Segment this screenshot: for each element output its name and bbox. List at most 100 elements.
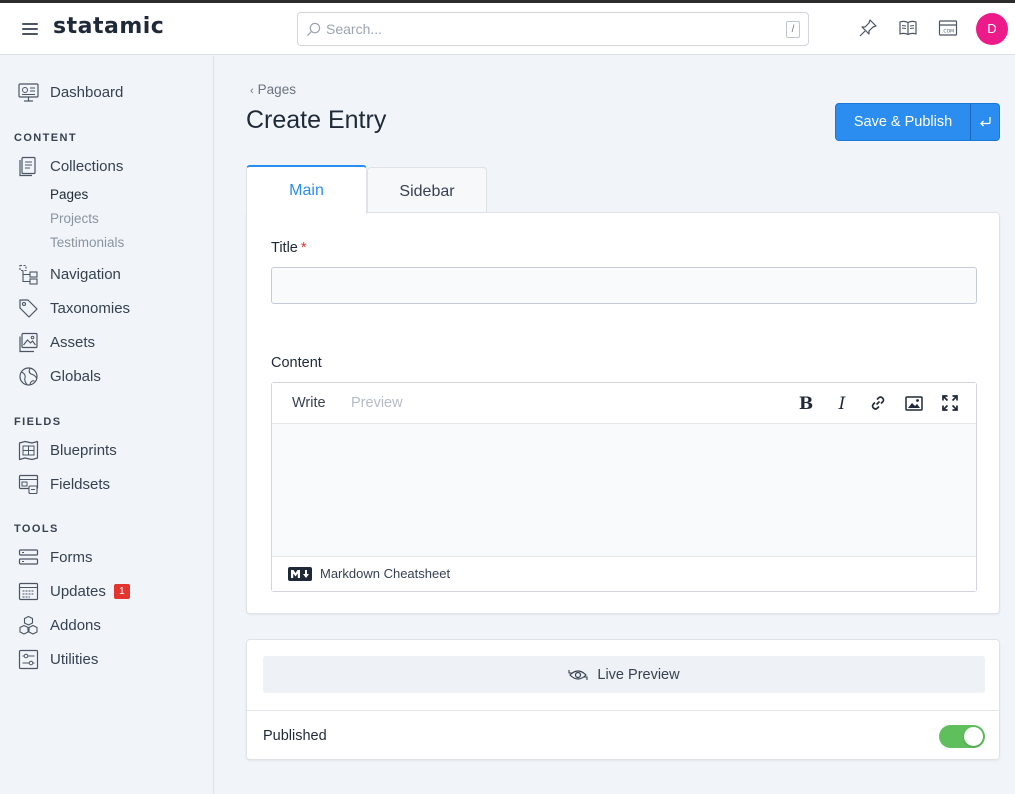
published-toggle[interactable] — [939, 725, 985, 748]
main-fields-card: Title * Content Write Preview B I Markdo… — [246, 212, 1000, 614]
insert-image-button[interactable] — [903, 392, 925, 414]
return-arrow-icon — [979, 117, 991, 127]
updates-icon — [18, 581, 39, 602]
save-publish-button-group: Save & Publish — [835, 103, 1000, 141]
markdown-editor: Write Preview B I Markdown Cheatsheet — [271, 382, 977, 592]
markdown-logo-icon — [288, 567, 312, 581]
search-shortcut-key: / — [786, 21, 800, 38]
svg-text:B: B — [799, 395, 813, 411]
image-assets-icon — [18, 332, 39, 353]
sidebar-label: Assets — [50, 333, 96, 351]
sidebar-subitem-projects[interactable]: Projects — [50, 211, 99, 226]
sidebar-item-taxonomies[interactable]: Taxonomies — [18, 296, 130, 320]
italic-button[interactable]: I — [831, 392, 853, 414]
breadcrumb[interactable]: ‹ Pages — [250, 82, 296, 97]
addons-cubes-icon — [18, 615, 39, 636]
global-search[interactable]: / — [297, 12, 809, 46]
sidebar-label: Taxonomies — [50, 299, 131, 317]
sidebar-label: Forms — [50, 548, 93, 566]
markdown-cheatsheet-link[interactable]: Markdown Cheatsheet — [320, 566, 450, 581]
menu-toggle-icon[interactable] — [22, 23, 38, 35]
title-field-label: Title * — [271, 240, 307, 256]
editor-tab-write[interactable]: Write — [292, 395, 326, 411]
sidebar: Dashboard CONTENT Collections Pages Proj… — [0, 56, 214, 794]
image-icon — [905, 395, 923, 411]
sidebar-item-fieldsets[interactable]: Fieldsets — [18, 472, 110, 496]
user-avatar[interactable]: D — [976, 13, 1008, 45]
published-label: Published — [263, 728, 327, 744]
bold-button[interactable]: B — [795, 392, 817, 414]
collections-icon — [18, 156, 39, 177]
sidebar-label: Fieldsets — [50, 475, 111, 493]
sidebar-item-globals[interactable]: Globals — [18, 364, 101, 388]
updates-count-badge: 1 — [113, 583, 130, 599]
tab-sidebar[interactable]: Sidebar — [367, 167, 487, 213]
required-marker: * — [300, 240, 307, 256]
bold-icon: B — [799, 395, 813, 411]
search-icon — [306, 22, 321, 37]
link-icon — [871, 396, 885, 410]
top-bar: statamic / .COM D — [0, 3, 1015, 55]
svg-text:I: I — [838, 395, 846, 411]
view-site-icon[interactable]: .COM — [938, 18, 958, 38]
pin-icon[interactable] — [858, 18, 878, 38]
title-input[interactable] — [271, 267, 977, 304]
sidebar-label: Blueprints — [50, 441, 117, 459]
blueprint-icon — [18, 440, 39, 461]
statamic-logo[interactable]: statamic — [53, 14, 164, 39]
utilities-sliders-icon — [18, 649, 39, 670]
save-publish-button[interactable]: Save & Publish — [836, 104, 970, 140]
section-label-content: CONTENT — [14, 132, 77, 144]
sidebar-item-dashboard[interactable]: Dashboard — [18, 80, 123, 104]
sidebar-subitem-testimonials[interactable]: Testimonials — [50, 235, 124, 250]
sidebar-label: Dashboard — [50, 83, 124, 101]
sidebar-subitem-pages[interactable]: Pages — [50, 187, 88, 202]
sidebar-item-updates[interactable]: Updates 1 — [18, 579, 130, 603]
docs-book-icon[interactable] — [898, 18, 918, 38]
sidebar-label: Globals — [50, 367, 101, 385]
tab-main[interactable]: Main — [246, 165, 367, 214]
breadcrumb-label: Pages — [257, 82, 296, 97]
expand-icon — [942, 395, 958, 411]
sidebar-label: Utilities — [50, 650, 99, 668]
navigation-sitemap-icon — [18, 264, 39, 285]
globe-icon — [18, 366, 39, 387]
save-options-button[interactable] — [971, 104, 999, 140]
fullscreen-button[interactable] — [939, 392, 961, 414]
divider — [247, 710, 999, 711]
forms-icon — [18, 547, 39, 568]
title-label-text: Title — [271, 240, 298, 256]
toggle-knob — [964, 727, 983, 746]
live-preview-eye-icon — [568, 669, 588, 680]
page-title: Create Entry — [246, 106, 387, 134]
sidebar-label: Navigation — [50, 265, 121, 283]
sidebar-item-forms[interactable]: Forms — [18, 545, 93, 569]
sidebar-label: Updates — [50, 582, 106, 600]
sidebar-item-assets[interactable]: Assets — [18, 330, 95, 354]
live-preview-button[interactable]: Live Preview — [263, 656, 985, 693]
markdown-footer: Markdown Cheatsheet — [272, 556, 976, 591]
chevron-left-icon: ‹ — [250, 85, 254, 97]
markdown-toolbar: Write Preview B I — [272, 383, 976, 424]
sidebar-label: Addons — [50, 616, 101, 634]
editor-tab-preview[interactable]: Preview — [351, 395, 403, 411]
italic-icon: I — [838, 395, 846, 411]
content-field-label: Content — [271, 355, 322, 371]
sidebar-item-navigation[interactable]: Navigation — [18, 262, 121, 286]
fieldset-icon — [18, 474, 39, 495]
tag-icon — [18, 298, 39, 319]
dashboard-icon — [18, 82, 39, 103]
section-label-fields: FIELDS — [14, 416, 62, 428]
sidebar-item-addons[interactable]: Addons — [18, 613, 101, 637]
markdown-textarea[interactable] — [272, 424, 976, 556]
link-button[interactable] — [867, 392, 889, 414]
live-preview-label: Live Preview — [597, 666, 680, 683]
search-input[interactable] — [326, 18, 766, 40]
sidebar-item-collections[interactable]: Collections — [18, 154, 123, 178]
svg-text:.COM: .COM — [942, 29, 954, 35]
section-label-tools: TOOLS — [14, 523, 59, 535]
sidebar-item-utilities[interactable]: Utilities — [18, 647, 98, 671]
sidebar-label: Collections — [50, 157, 124, 175]
sidebar-item-blueprints[interactable]: Blueprints — [18, 438, 117, 462]
publish-card: Live Preview Published — [246, 639, 1000, 760]
